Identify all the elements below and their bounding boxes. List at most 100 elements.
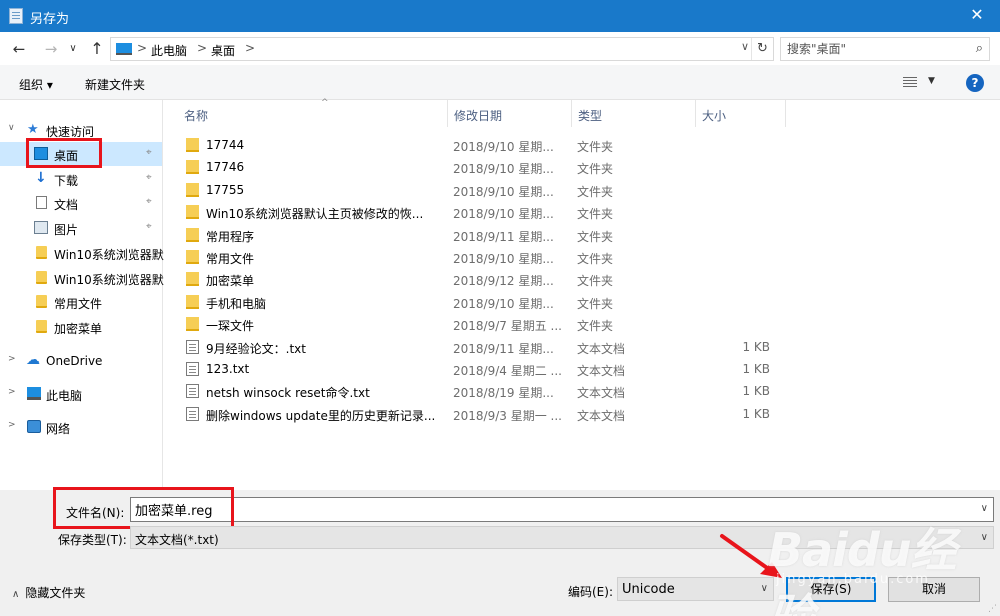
refresh-button[interactable]: ↻ — [751, 38, 773, 60]
computer-icon — [116, 43, 132, 55]
file-type: 文件夹 — [577, 162, 614, 177]
file-type: 文本文档 — [577, 408, 626, 423]
file-row[interactable]: Win10系统浏览器默认主页被修改的恢... 2018/9/10 星期... 文件夹 — [182, 201, 772, 223]
file-row[interactable]: 17755 2018/9/10 星期... 文件夹 — [182, 179, 772, 201]
file-name: 常用程序 — [206, 229, 255, 244]
resize-grip-icon[interactable]: ⋰ — [988, 604, 998, 614]
column-header-size[interactable]: 大小 — [696, 100, 786, 127]
file-row[interactable]: netsh winsock reset命令.txt 2018/8/19 星期...… — [182, 380, 772, 402]
column-header-modified[interactable]: 修改日期 — [448, 100, 572, 127]
sidebar-item-onedrive[interactable]: > ☁ OneDrive — [0, 349, 162, 373]
file-name: 加密菜单 — [206, 274, 255, 289]
address-bar[interactable]: > 此电脑 > 桌面 > ∨ ↻ — [110, 37, 774, 61]
file-row[interactable]: 手机和电脑 2018/9/10 星期... 文件夹 — [182, 291, 772, 313]
sidebar-item-documents[interactable]: 文档 ⌖ — [0, 191, 162, 215]
sidebar-item-folder[interactable]: Win10系统浏览器默 — [0, 241, 164, 265]
sidebar-item-label: 网络 — [46, 422, 71, 436]
sidebar-item-label: 加密菜单 — [54, 322, 103, 336]
file-row[interactable]: 9月经验论文：.txt 2018/9/11 星期... 文本文档 1 KB — [182, 336, 772, 358]
file-row[interactable]: 常用程序 2018/9/11 星期... 文件夹 — [182, 224, 772, 246]
pin-icon: ⌖ — [146, 147, 152, 158]
folder-icon — [186, 272, 199, 287]
file-name: 17744 — [206, 138, 245, 152]
sidebar-item-network[interactable]: > 网络 — [0, 415, 162, 439]
expand-icon[interactable]: > — [8, 387, 16, 397]
expand-icon[interactable]: > — [8, 354, 16, 364]
view-dropdown-arrow[interactable]: ▼ — [928, 76, 935, 86]
document-icon — [36, 196, 47, 209]
file-type: 文本文档 — [577, 364, 626, 378]
column-header-label: 修改日期 — [454, 109, 503, 123]
new-folder-button[interactable]: 新建文件夹 — [85, 76, 145, 93]
hide-folders-toggle[interactable]: ∧ 隐藏文件夹 — [12, 584, 85, 601]
file-name: 手机和电脑 — [206, 296, 267, 311]
file-row[interactable]: 17746 2018/9/10 星期... 文件夹 — [182, 156, 772, 178]
file-name: Win10系统浏览器默认主页被修改的恢... — [206, 207, 424, 222]
file-type: 文件夹 — [577, 252, 614, 266]
annotation-highlight-desktop — [26, 138, 102, 168]
filetype-value: 文本文档(*.txt) — [135, 533, 219, 547]
sidebar-item-downloads[interactable]: ↓ 下载 ⌖ — [0, 167, 162, 191]
watermark-url: jingyan.baidu.com — [776, 572, 930, 587]
sidebar-item-label: Win10系统浏览器默 — [54, 248, 164, 262]
file-type: 文件夹 — [577, 296, 614, 311]
file-row[interactable]: 常用文件 2018/9/10 星期... 文件夹 — [182, 246, 772, 268]
file-row[interactable]: 加密菜单 2018/9/12 星期... 文件夹 — [182, 268, 772, 290]
file-name: 9月经验论文：.txt — [206, 341, 306, 356]
sidebar-item-label: 此电脑 — [46, 389, 83, 403]
organize-menu[interactable]: 组织 ▾ — [19, 76, 53, 93]
forward-button[interactable]: → — [40, 38, 62, 60]
breadcrumb-desktop[interactable]: 桌面 — [211, 42, 235, 59]
search-input[interactable] — [781, 38, 961, 60]
chevron-up-icon: ∧ — [12, 589, 20, 600]
column-header-label: 类型 — [578, 109, 603, 123]
file-row[interactable]: 一琛文件 2018/9/7 星期五 ... 文件夹 — [182, 313, 772, 335]
sidebar-item-folder[interactable]: 常用文件 — [0, 290, 162, 314]
collapse-icon[interactable]: ∨ — [8, 123, 15, 133]
address-dropdown[interactable]: ∨ — [741, 40, 749, 53]
column-header-label: 大小 — [702, 109, 727, 123]
file-size: 1 KB — [742, 362, 770, 376]
column-header-name[interactable]: ^ 名称 — [178, 98, 448, 127]
cloud-icon: ☁ — [26, 352, 40, 368]
up-button[interactable]: ↑ — [86, 38, 108, 60]
file-type: 文件夹 — [577, 207, 614, 222]
folder-icon — [186, 227, 199, 242]
sidebar-item-folder[interactable]: 加密菜单 — [0, 315, 162, 339]
command-bar: 组织 ▾ 新建文件夹 ▼ ? — [0, 65, 1000, 100]
help-button[interactable]: ? — [966, 74, 984, 92]
back-button[interactable]: ← — [8, 38, 30, 60]
folder-icon — [36, 271, 47, 284]
recent-locations-button[interactable]: ∨ — [66, 38, 80, 60]
expand-icon[interactable]: > — [8, 420, 16, 430]
title-bar: 另存为 ✕ — [0, 0, 1000, 32]
sidebar-item-this-pc[interactable]: > 此电脑 — [0, 382, 162, 406]
file-row[interactable]: 123.txt 2018/9/4 星期二 ... 文本文档 1 KB — [182, 358, 772, 380]
pin-icon: ⌖ — [146, 172, 152, 183]
search-icon[interactable]: ⌕ — [976, 41, 983, 56]
file-row[interactable]: 17744 2018/9/10 星期... 文件夹 — [182, 134, 772, 156]
view-options-icon[interactable] — [903, 77, 917, 88]
close-button[interactable]: ✕ — [954, 0, 1000, 32]
folder-icon — [186, 182, 199, 197]
file-size: 1 KB — [742, 406, 770, 421]
folder-icon — [36, 320, 47, 333]
file-name: 删除windows update里的历史更新记录... — [206, 408, 436, 423]
file-row[interactable]: 删除windows update里的历史更新记录... 2018/9/3 星期一 … — [182, 403, 772, 425]
file-modified-date: 2018/9/10 星期... — [453, 140, 554, 154]
breadcrumb-separator: > — [137, 41, 148, 55]
sidebar-item-folder[interactable]: Win10系统浏览器默 — [0, 266, 164, 290]
encoding-value: Unicode — [622, 582, 675, 597]
file-modified-date: 2018/9/10 星期... — [453, 296, 554, 311]
breadcrumb-this-pc[interactable]: 此电脑 — [151, 42, 187, 59]
sidebar-item-pictures[interactable]: 图片 ⌖ — [0, 216, 162, 240]
breadcrumb-separator: > — [197, 41, 208, 55]
text-file-icon — [186, 339, 199, 354]
column-header-label: 名称 — [184, 109, 209, 123]
sidebar-item-label: 常用文件 — [54, 297, 103, 311]
file-modified-date: 2018/9/3 星期一 ... — [453, 408, 562, 423]
annotation-highlight-filename — [53, 487, 234, 529]
picture-icon — [34, 221, 48, 234]
column-header-type[interactable]: 类型 — [572, 100, 696, 127]
sort-ascending-icon: ^ — [321, 98, 329, 108]
